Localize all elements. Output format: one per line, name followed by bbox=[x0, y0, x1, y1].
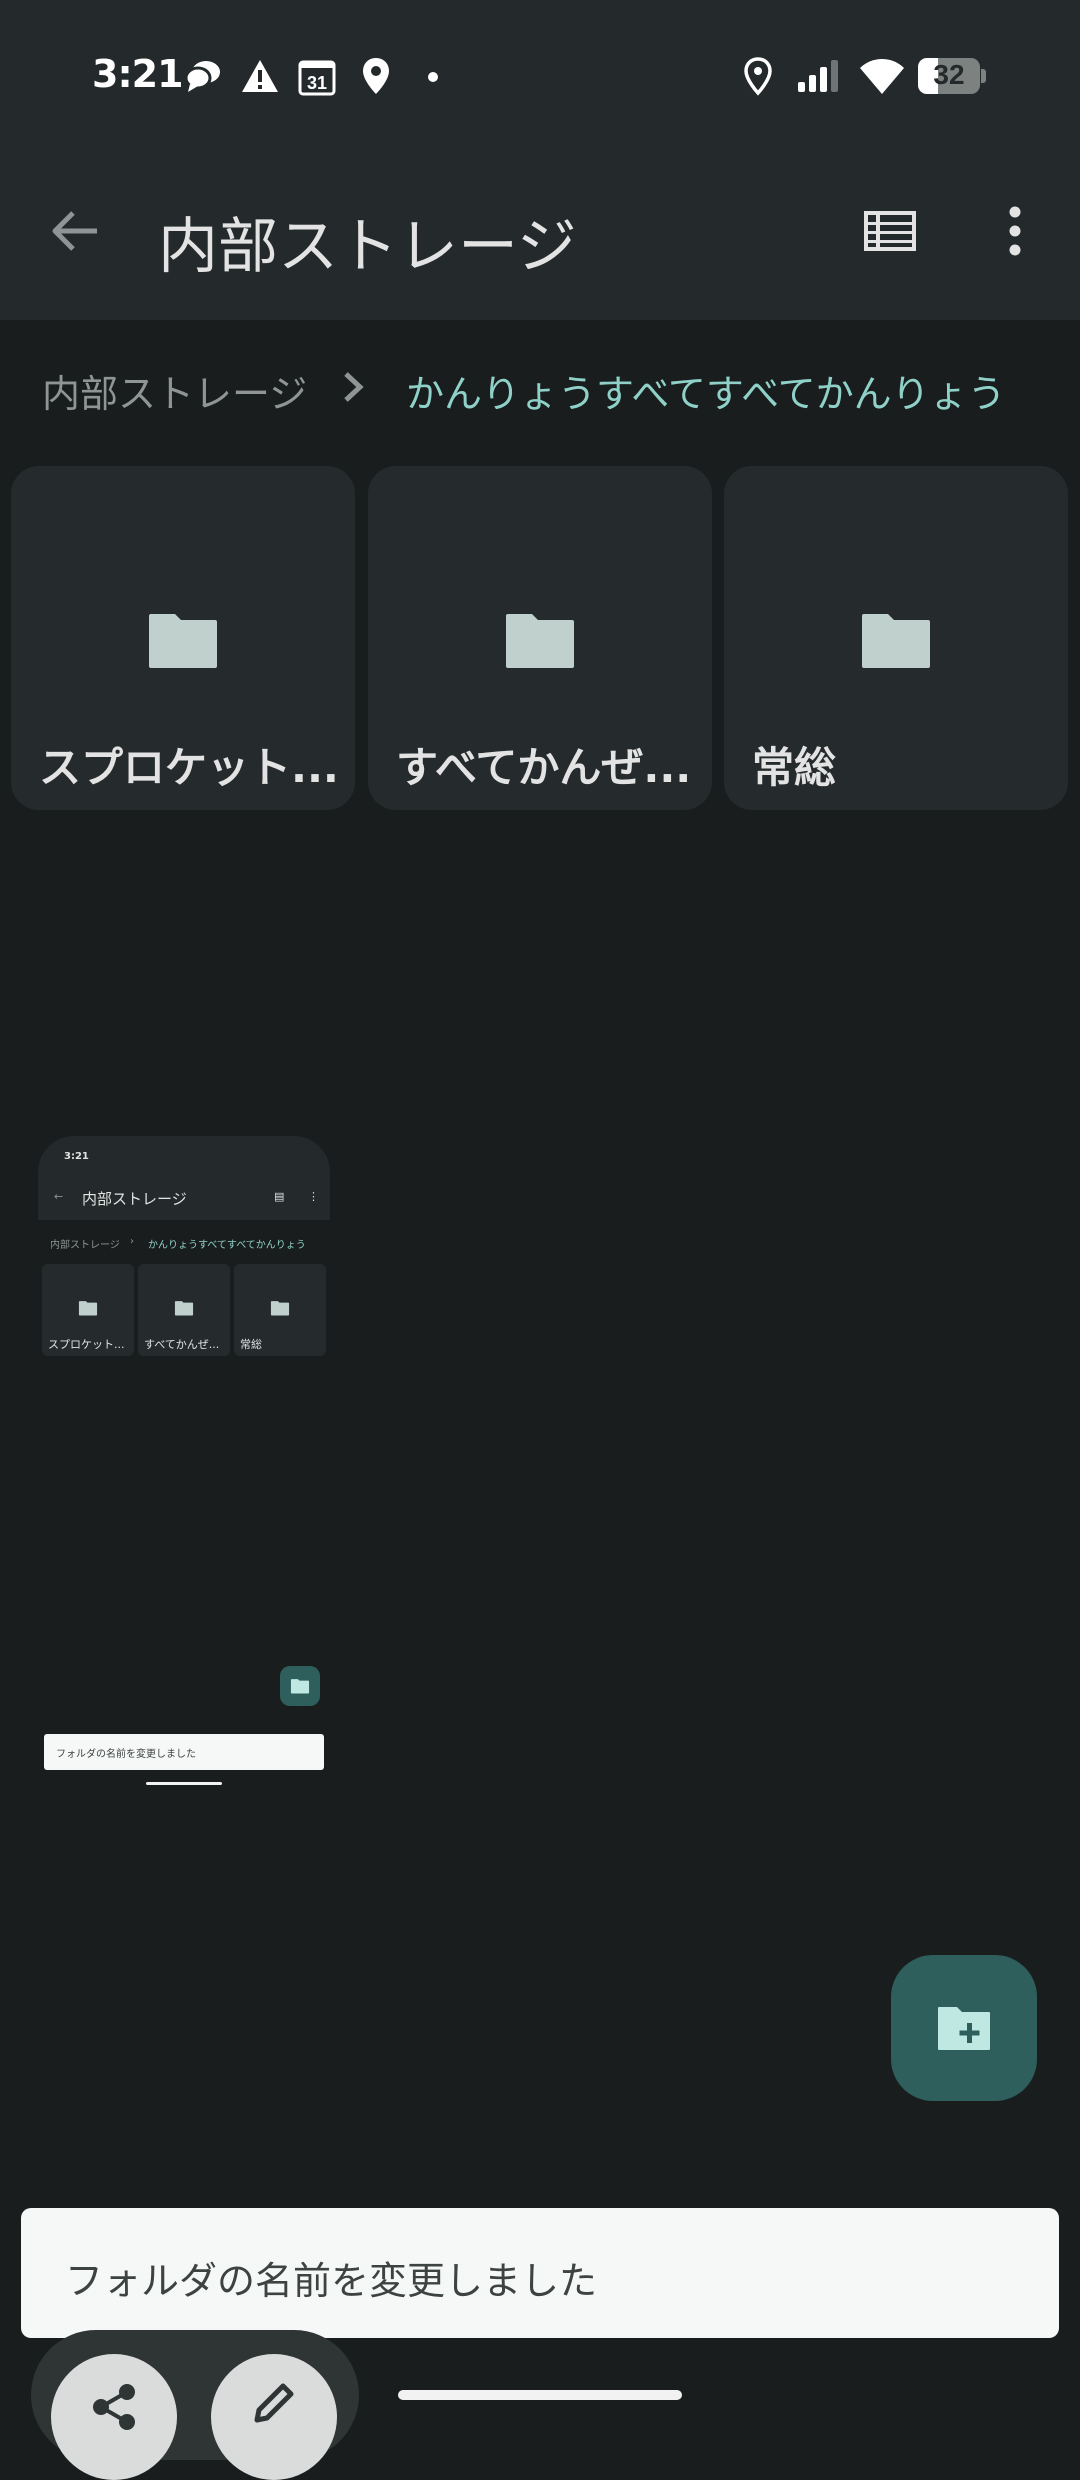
snackbar-text: フォルダの名前を変更しました bbox=[65, 2259, 598, 2303]
folder-name: 常総 bbox=[752, 743, 837, 792]
preview-folder-tile: 常総 bbox=[234, 1264, 326, 1356]
dot-icon bbox=[428, 72, 438, 82]
folder-icon bbox=[506, 614, 574, 668]
edit-icon bbox=[254, 2383, 294, 2423]
preview-back-icon: ← bbox=[54, 1190, 64, 1203]
more-options-button[interactable] bbox=[980, 196, 1050, 266]
share-icon bbox=[93, 2384, 135, 2430]
preview-chevron-icon: › bbox=[130, 1236, 134, 1247]
gesture-nav-handle[interactable] bbox=[398, 2390, 682, 2400]
page-title: 内部ストレージ bbox=[158, 212, 577, 282]
breadcrumb-root[interactable]: 内部ストレージ bbox=[42, 363, 307, 418]
preview-folder-tile: すべてかんぜ... bbox=[138, 1264, 230, 1356]
create-new-folder-icon bbox=[938, 2007, 990, 2050]
location-outline-icon bbox=[744, 57, 772, 96]
back-button[interactable] bbox=[40, 196, 110, 266]
preview-more-icon: ⋮ bbox=[308, 1190, 319, 1203]
folder-icon bbox=[270, 1301, 290, 1316]
preview-folder-tile: スプロケット... bbox=[42, 1264, 134, 1356]
calendar-day: 31 bbox=[307, 73, 327, 93]
preview-title: 内部ストレージ bbox=[82, 1190, 187, 1208]
folder-icon bbox=[78, 1301, 98, 1316]
create-new-folder-icon bbox=[290, 1679, 310, 1694]
preview-folder-name: スプロケット... bbox=[48, 1338, 125, 1351]
wifi-icon bbox=[860, 59, 904, 94]
edit-button[interactable] bbox=[211, 2354, 337, 2480]
battery-icon: 32 bbox=[918, 58, 986, 94]
list-view-icon bbox=[864, 211, 916, 251]
screenshot-actions bbox=[31, 2330, 359, 2480]
snackbar: フォルダの名前を変更しました bbox=[21, 2208, 1059, 2338]
folder-icon bbox=[149, 614, 217, 668]
preview-snackbar: フォルダの名前を変更しました bbox=[44, 1734, 324, 1770]
folder-tile[interactable]: すべてかんぜ... bbox=[368, 466, 712, 810]
location-icon bbox=[363, 58, 389, 94]
battery-level: 32 bbox=[933, 59, 965, 90]
warning-icon bbox=[242, 60, 278, 92]
status-time: 3:21 bbox=[92, 52, 184, 96]
screenshot-preview[interactable]: 3:21 ← 内部ストレージ ▤ ⋮ 内部ストレージ › かんりょうすべてすべて… bbox=[38, 1136, 330, 1788]
more-vert-icon bbox=[1009, 206, 1021, 256]
breadcrumb-current[interactable]: かんりょうすべてすべてかんりょう bbox=[406, 363, 1006, 418]
folder-icon bbox=[862, 614, 930, 668]
preview-folder-name: すべてかんぜ... bbox=[144, 1338, 220, 1351]
preview-nav-handle bbox=[146, 1782, 222, 1785]
preview-crumb-root: 内部ストレージ bbox=[50, 1240, 120, 1251]
share-button[interactable] bbox=[51, 2354, 177, 2480]
chevron-right-icon bbox=[344, 372, 364, 402]
calendar-icon: 31 bbox=[298, 60, 336, 96]
folder-name: すべてかんぜ... bbox=[396, 743, 692, 792]
folder-tile[interactable]: 常総 bbox=[724, 466, 1068, 810]
chat-icon bbox=[184, 61, 220, 92]
arrow-back-icon bbox=[52, 211, 97, 251]
preview-time: 3:21 bbox=[64, 1151, 89, 1162]
signal-icon bbox=[798, 60, 838, 92]
preview-snackbar-text: フォルダの名前を変更しました bbox=[56, 1749, 196, 1760]
folder-icon bbox=[174, 1301, 194, 1316]
preview-fab bbox=[280, 1666, 320, 1706]
folder-name: スプロケット... bbox=[39, 743, 339, 792]
preview-crumb-current: かんりょうすべてすべてかんりょう bbox=[148, 1240, 306, 1251]
create-folder-fab[interactable] bbox=[891, 1955, 1037, 2101]
folder-tile[interactable]: スプロケット... bbox=[11, 466, 355, 810]
preview-list-icon: ▤ bbox=[274, 1190, 285, 1203]
list-view-button[interactable] bbox=[855, 196, 925, 266]
preview-folder-name: 常総 bbox=[240, 1338, 262, 1351]
